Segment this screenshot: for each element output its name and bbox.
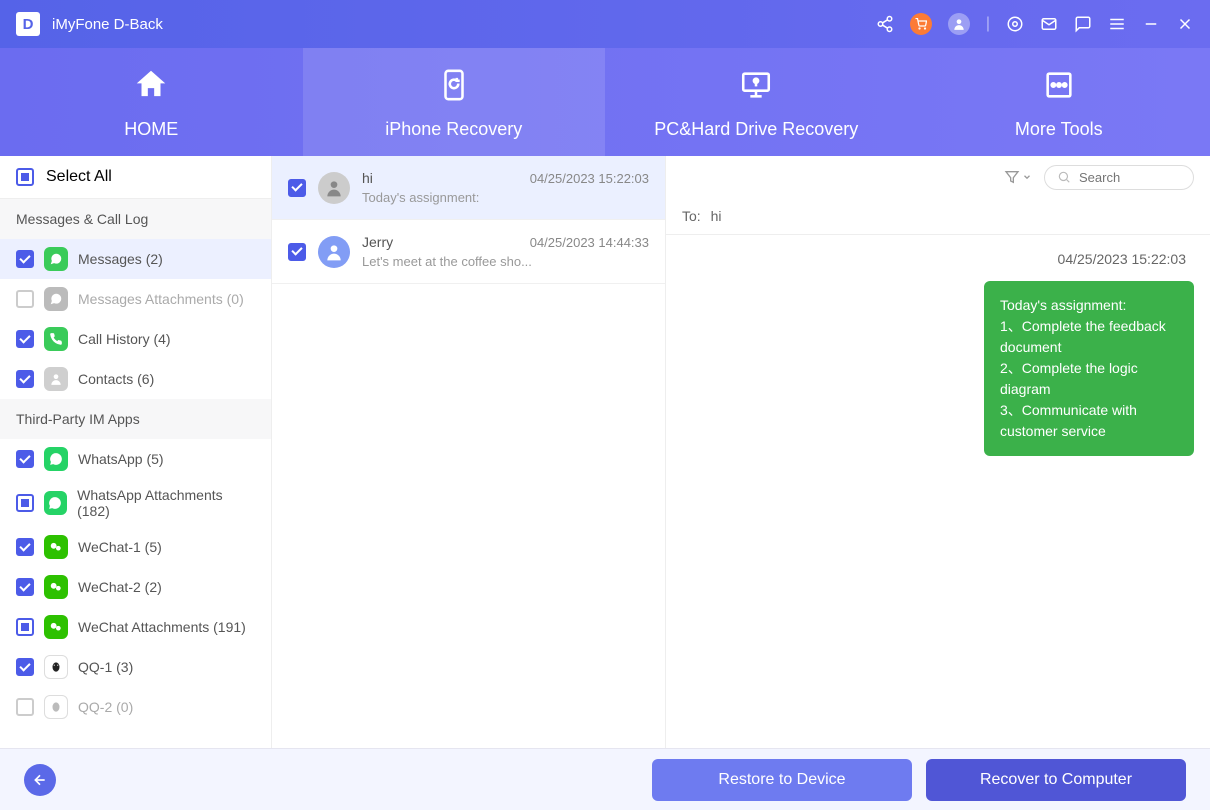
messages-icon [44,247,68,271]
conversation-name: Jerry [362,234,393,250]
sidebar-item-label: WhatsApp Attachments (182) [77,487,255,519]
sidebar-item-label: Messages (2) [78,251,163,267]
sidebar-item-label: WeChat-1 (5) [78,539,162,555]
checkbox[interactable] [16,370,34,388]
checkbox[interactable] [16,494,34,512]
phone-refresh-icon [434,65,474,105]
to-label: To: [682,208,701,224]
sidebar-item-label: WeChat-2 (2) [78,579,162,595]
conversation-item[interactable]: hi 04/25/2023 15:22:03 Today's assignmen… [272,156,665,220]
message-bubble: Today's assignment: 1、Complete the feedb… [984,281,1194,456]
wechat-icon [44,615,68,639]
home-icon [131,65,171,105]
sidebar: Select All Messages & Call Log Messages … [0,156,272,748]
sidebar-item-call-history[interactable]: Call History (4) [0,319,271,359]
sidebar-item-whatsapp-attachments[interactable]: WhatsApp Attachments (182) [0,479,271,527]
qq-icon [44,655,68,679]
mail-icon[interactable] [1040,15,1058,33]
attachment-icon [44,287,68,311]
minimize-icon[interactable] [1142,15,1160,33]
select-all-label: Select All [46,168,112,186]
checkbox[interactable] [16,450,34,468]
checkbox[interactable] [16,538,34,556]
select-all-checkbox[interactable] [16,168,34,186]
tab-home[interactable]: HOME [0,48,303,156]
sidebar-item-label: Messages Attachments (0) [78,291,244,307]
sidebar-item-label: WeChat Attachments (191) [78,619,246,635]
conversation-time: 04/25/2023 15:22:03 [530,171,649,186]
avatar-icon [318,236,350,268]
user-icon[interactable] [948,13,970,35]
sidebar-item-messages-attachments[interactable]: Messages Attachments (0) [0,279,271,319]
sidebar-item-label: WhatsApp (5) [78,451,164,467]
checkbox[interactable] [288,243,306,261]
app-logo: D [16,12,40,36]
sidebar-item-label: QQ-1 (3) [78,659,133,675]
to-value: hi [711,208,722,224]
conversation-time: 04/25/2023 14:44:33 [530,235,649,250]
conversation-preview: Today's assignment: [362,190,649,205]
sidebar-item-label: Contacts (6) [78,371,154,387]
group-header-im-apps: Third-Party IM Apps [0,399,271,439]
tab-iphone-recovery[interactable]: iPhone Recovery [303,48,606,156]
qq-icon [44,695,68,719]
sidebar-item-wechat2[interactable]: WeChat-2 (2) [0,567,271,607]
checkbox[interactable] [16,290,34,308]
filter-icon[interactable] [1004,169,1032,185]
whatsapp-icon [44,491,67,515]
checkbox[interactable] [16,578,34,596]
checkbox[interactable] [16,658,34,676]
checkbox[interactable] [16,618,34,636]
contacts-icon [44,367,68,391]
search-icon [1057,170,1071,184]
checkbox[interactable] [16,250,34,268]
wechat-icon [44,535,68,559]
menu-icon[interactable] [1108,15,1126,33]
to-row: To: hi [666,198,1210,235]
more-icon [1039,65,1079,105]
sidebar-item-wechat-attachments[interactable]: WeChat Attachments (191) [0,607,271,647]
restore-to-device-button[interactable]: Restore to Device [652,759,912,801]
sidebar-item-label: QQ-2 (0) [78,699,133,715]
checkbox[interactable] [16,330,34,348]
sidebar-item-whatsapp[interactable]: WhatsApp (5) [0,439,271,479]
avatar-icon [318,172,350,204]
search-field[interactable] [1079,170,1181,185]
sidebar-item-contacts[interactable]: Contacts (6) [0,359,271,399]
share-icon[interactable] [876,15,894,33]
group-header-messages: Messages & Call Log [0,199,271,239]
conversation-list: hi 04/25/2023 15:22:03 Today's assignmen… [272,156,666,748]
message-timestamp: 04/25/2023 15:22:03 [682,251,1194,267]
search-input[interactable] [1044,165,1194,190]
close-icon[interactable] [1176,15,1194,33]
tab-pc-recovery[interactable]: PC&Hard Drive Recovery [605,48,908,156]
sidebar-item-label: Call History (4) [78,331,171,347]
tab-label: HOME [124,119,178,140]
tab-label: PC&Hard Drive Recovery [654,119,858,140]
sidebar-item-qq1[interactable]: QQ-1 (3) [0,647,271,687]
sidebar-item-messages[interactable]: Messages (2) [0,239,271,279]
app-title: iMyFone D-Back [52,16,876,33]
sidebar-item-wechat1[interactable]: WeChat-1 (5) [0,527,271,567]
tab-label: More Tools [1015,119,1103,140]
conversation-item[interactable]: Jerry 04/25/2023 14:44:33 Let's meet at … [272,220,665,284]
conversation-name: hi [362,170,373,186]
recover-to-computer-button[interactable]: Recover to Computer [926,759,1186,801]
sidebar-item-qq2[interactable]: QQ-2 (0) [0,687,271,727]
checkbox[interactable] [16,698,34,716]
checkbox[interactable] [288,179,306,197]
wechat-icon [44,575,68,599]
monitor-icon [736,65,776,105]
tab-label: iPhone Recovery [385,119,522,140]
tab-more-tools[interactable]: More Tools [908,48,1210,156]
cart-icon[interactable] [910,13,932,35]
back-button[interactable] [24,764,56,796]
whatsapp-icon [44,447,68,471]
conversation-preview: Let's meet at the coffee sho... [362,254,649,269]
gear-icon[interactable] [1006,15,1024,33]
feedback-icon[interactable] [1074,15,1092,33]
phone-icon [44,327,68,351]
